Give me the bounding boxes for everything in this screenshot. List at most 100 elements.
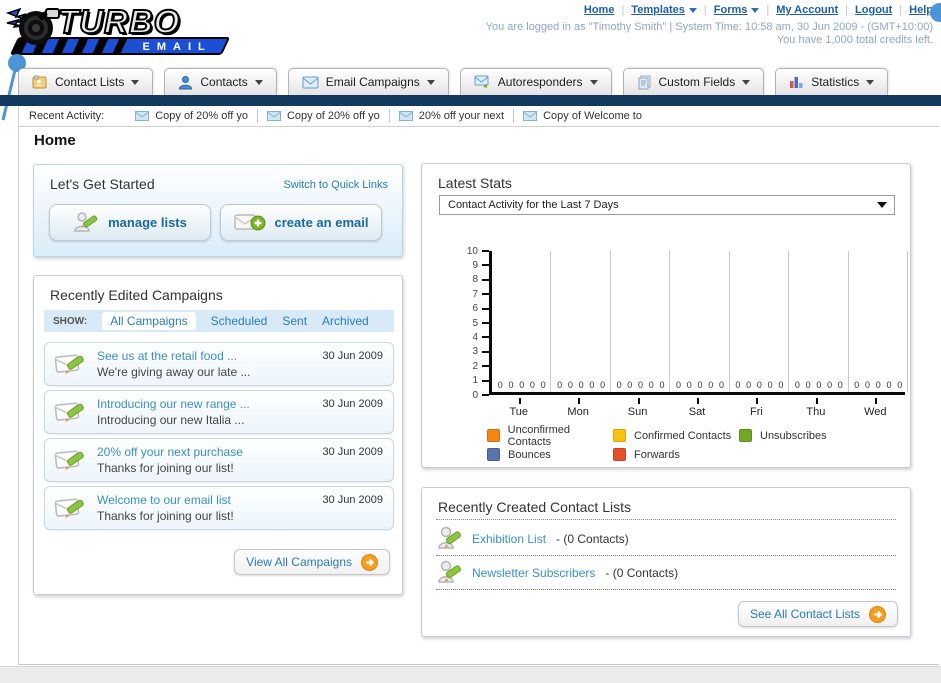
value-label: 0 [676, 380, 682, 390]
see-all-contact-lists-button[interactable]: See All Contact Lists [737, 601, 898, 627]
campaign-subtitle: Thanks for joining our list! [97, 509, 234, 523]
campaign-subtitle: Introducing our new Italia ... [97, 413, 245, 427]
campaign-title-link[interactable]: 20% off your next purchase [97, 445, 243, 459]
header-link-forms[interactable]: Forms [714, 4, 760, 16]
x-tick [815, 398, 818, 404]
header-link-templates[interactable]: Templates [631, 4, 697, 16]
recent-activity-item[interactable]: Copy of 20% off yo [258, 109, 390, 123]
x-tick [756, 398, 759, 404]
tab-email-campaigns[interactable]: Email Campaigns [287, 68, 449, 95]
campaign-title-link[interactable]: See us at the retail food ... [97, 349, 237, 363]
envelope-icon [302, 76, 319, 88]
chevron-down-icon [131, 79, 140, 85]
value-label: 0 [794, 380, 800, 390]
recent-campaigns-title: Recently Edited Campaigns [50, 287, 223, 303]
contact-list-link[interactable]: Exhibition List [472, 532, 546, 546]
contact-list-count: - (0 Contacts) [605, 566, 679, 580]
tab-custom-fields[interactable]: Custom Fields [622, 68, 765, 95]
value-label: 0 [805, 380, 811, 390]
campaign-row[interactable]: Welcome to our email list Thanks for joi… [44, 486, 394, 530]
contact-list-link[interactable]: Newsletter Subscribers [472, 566, 595, 580]
filter-scheduled[interactable]: Scheduled [211, 314, 268, 328]
value-labels-group: 00000 [611, 380, 670, 390]
y-tick: 10 [467, 245, 489, 257]
envelope-pencil-icon [54, 402, 84, 422]
person-pencil-icon [74, 211, 98, 232]
y-tick: 3 [472, 346, 489, 358]
y-tick: 4 [472, 331, 489, 343]
tab-statistics[interactable]: Statistics [775, 68, 889, 95]
value-label: 0 [519, 380, 525, 390]
filter-archived[interactable]: Archived [322, 314, 369, 328]
recent-activity-item[interactable]: 20% off your next [390, 109, 515, 123]
tab-contacts[interactable]: Contacts [164, 68, 277, 95]
y-tick: 5 [472, 317, 489, 329]
value-label: 0 [837, 380, 843, 390]
tab-autoresponders[interactable]: Autoresponders [459, 68, 612, 95]
campaign-title-link[interactable]: Welcome to our email list [97, 493, 231, 507]
y-tick: 6 [472, 303, 489, 315]
tab-contact-lists[interactable]: Contact Lists [18, 68, 154, 95]
value-label: 0 [865, 380, 871, 390]
envelope-icon [398, 111, 413, 121]
latest-stats-panel: Latest Stats Contact Activity for the La… [421, 163, 911, 468]
campaign-title-link[interactable]: Introducing our new range ... [97, 397, 250, 411]
value-label: 0 [686, 380, 692, 390]
x-axis-label: Tue [509, 406, 528, 418]
campaign-row[interactable]: 20% off your next purchase Thanks for jo… [44, 438, 394, 482]
credits-info: You have 1,000 total credits left. [776, 34, 933, 46]
contact-list-row[interactable]: Exhibition List - (0 Contacts) [438, 526, 629, 552]
switch-quick-links-link[interactable]: Switch to Quick Links [283, 179, 388, 191]
turbo-email-logo: EMAIL TURBO [6, 2, 246, 61]
value-labels-group: 00000 [492, 380, 551, 390]
recent-activity-bar: Recent Activity: Copy of 20% off yo Copy… [19, 106, 939, 127]
header-link-my-account[interactable]: My Account [776, 4, 838, 16]
campaign-date: 30 Jun 2009 [322, 350, 383, 362]
turbo-swirl-icon [6, 7, 60, 45]
gridline [550, 251, 552, 392]
value-label: 0 [886, 380, 892, 390]
documents-icon [638, 75, 651, 89]
legend-item: Forwards [613, 445, 739, 464]
filter-sent[interactable]: Sent [282, 314, 307, 328]
value-label: 0 [508, 380, 514, 390]
y-tick: 8 [472, 274, 489, 286]
contact-list-count: - (0 Contacts) [556, 532, 629, 546]
legend-swatch [487, 448, 500, 461]
x-tick [518, 398, 521, 404]
value-label: 0 [708, 380, 714, 390]
gridline [669, 251, 671, 392]
recent-activity-label: Recent Activity: [29, 110, 105, 122]
legend-item: Unconfirmed Contacts [487, 424, 613, 448]
dotted-divider [436, 519, 896, 520]
get-started-panel: Let's Get Started Switch to Quick Links … [33, 164, 403, 257]
gridline [609, 251, 611, 392]
value-label: 0 [600, 380, 606, 390]
header-link-home[interactable]: Home [584, 4, 615, 16]
envelope-pencil-icon [54, 498, 84, 518]
campaign-row[interactable]: See us at the retail food ... We're givi… [44, 342, 394, 386]
contact-list-row[interactable]: Newsletter Subscribers - (0 Contacts) [438, 560, 678, 586]
recent-activity-item[interactable]: Copy of Welcome to [514, 109, 651, 123]
x-axis-label: Fri [750, 406, 763, 418]
manage-lists-button[interactable]: manage lists [49, 204, 211, 241]
legend-label: Confirmed Contacts [634, 429, 732, 442]
legend-item: Confirmed Contacts [613, 426, 739, 445]
latest-stats-title: Latest Stats [438, 175, 512, 191]
chevron-down-icon [254, 79, 263, 85]
view-all-campaigns-button[interactable]: View All Campaigns [234, 549, 390, 575]
campaign-row[interactable]: Introducing our new range ... Introducin… [44, 390, 394, 434]
filter-all-campaigns[interactable]: All Campaigns [102, 312, 196, 330]
recent-activity-item[interactable]: Copy of 20% off yo [126, 109, 258, 123]
chevron-down-icon [751, 7, 760, 13]
logo-title: TURBO [57, 2, 181, 41]
header-link-logout[interactable]: Logout [855, 4, 892, 16]
stats-period-select[interactable]: Contact Activity for the Last 7 Days [439, 195, 895, 215]
gridline [907, 251, 908, 392]
arrow-right-icon [361, 553, 378, 571]
y-tick: 7 [472, 288, 489, 300]
page-title: Home [34, 132, 76, 149]
value-label: 0 [756, 380, 762, 390]
envelope-pencil-icon [54, 354, 84, 374]
create-email-button[interactable]: create an email [220, 204, 382, 241]
